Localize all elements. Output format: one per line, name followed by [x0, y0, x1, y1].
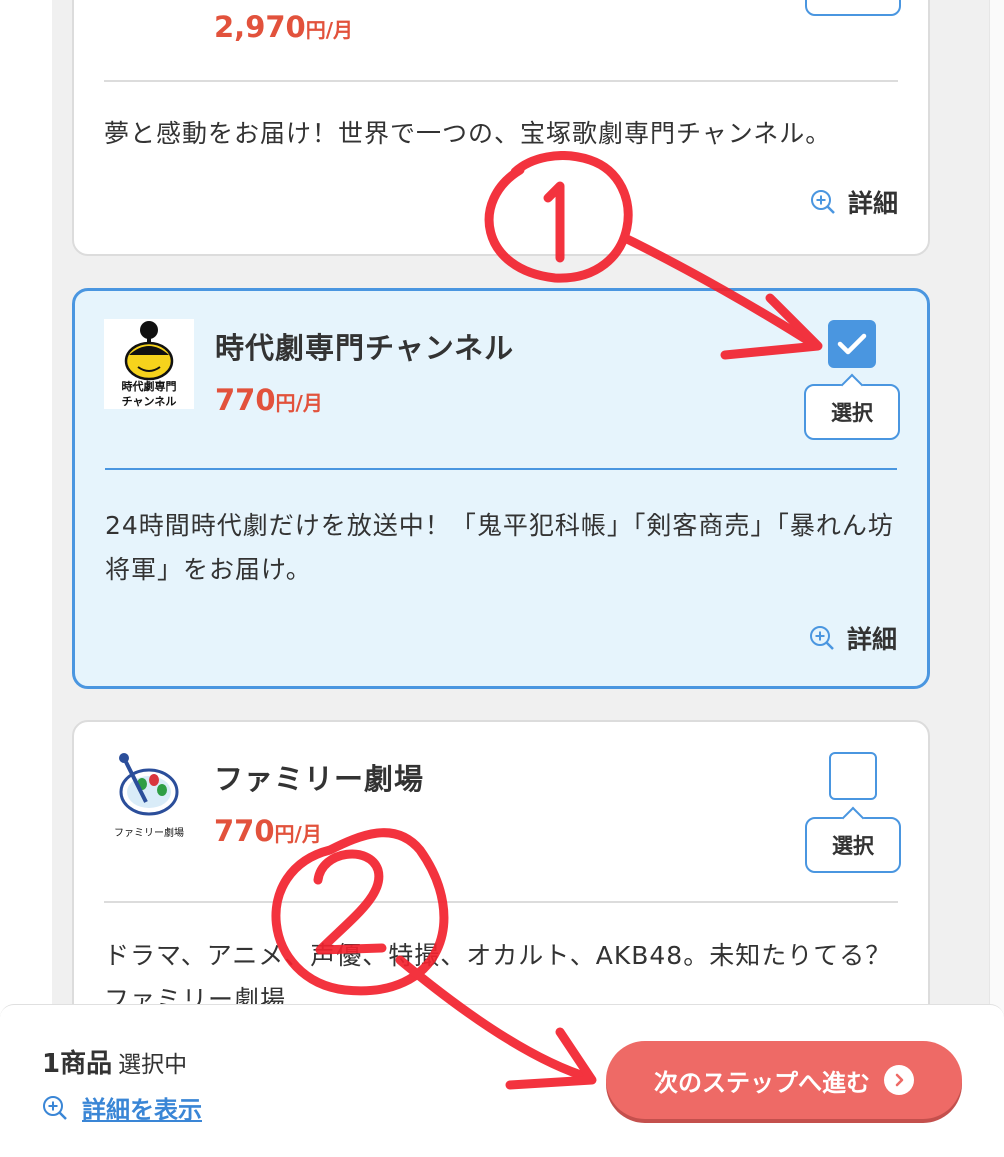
- select-checkbox[interactable]: [828, 320, 876, 368]
- detail-link[interactable]: 詳細: [809, 620, 897, 656]
- channel-price: 770円/月: [215, 383, 323, 417]
- card-divider: [105, 468, 897, 470]
- channel-title: ファミリー劇場: [214, 762, 425, 796]
- plan-selection-modal: 2,970円/月 夢と感動をお届け！世界で一つの、宝塚歌劇専門チャンネル。 詳細…: [0, 0, 1004, 1157]
- select-button[interactable]: 選択: [804, 384, 900, 440]
- channel-card-jidaigeki[interactable]: 時代劇専門 チャンネル 時代劇専門チャンネル 770円/月 選択 24時間時代劇…: [72, 288, 930, 689]
- chevron-right-icon: [884, 1065, 914, 1095]
- card-divider: [104, 901, 898, 903]
- show-detail-link[interactable]: 詳細を表示: [42, 1090, 202, 1125]
- channel-description: 24時間時代劇だけを放送中！「鬼平犯科帳」「剣客商売」「暴れん坊将軍」をお届け。: [105, 511, 894, 584]
- selection-footer: 1商品 選択中 詳細を表示 次のステップへ進む: [0, 1004, 1004, 1157]
- zoom-in-icon: [809, 626, 834, 650]
- zoom-in-icon: [43, 1095, 67, 1120]
- select-checkbox[interactable]: [829, 752, 877, 800]
- family-gekijo-logo: ファミリー劇場: [104, 750, 194, 840]
- channel-price: 2,970円/月: [214, 10, 354, 44]
- detail-link[interactable]: 詳細: [810, 184, 898, 220]
- select-button[interactable]: [805, 0, 901, 16]
- selected-count-suffix: 選択中: [118, 1052, 188, 1078]
- channel-card-takarazuka: 2,970円/月 夢と感動をお届け！世界で一つの、宝塚歌劇専門チャンネル。 詳細: [72, 0, 930, 256]
- channel-title: 時代劇専門チャンネル: [215, 331, 515, 365]
- select-button[interactable]: 選択: [805, 817, 901, 873]
- selected-count: 1商品 選択中: [42, 1043, 187, 1080]
- channel-card-family-gekijo[interactable]: ファミリー劇場 ファミリー劇場 770円/月 選択 ドラマ、アニメ、声優、特撮、…: [72, 720, 930, 1050]
- next-step-label: 次のステップへ進む: [654, 1068, 870, 1097]
- channel-price: 770円/月: [214, 814, 322, 848]
- detail-label: 詳細: [847, 189, 898, 218]
- show-detail-label: 詳細を表示: [82, 1096, 202, 1124]
- checkmark-icon: [837, 333, 867, 355]
- channel-description: 夢と感動をお届け！世界で一つの、宝塚歌劇専門チャンネル。: [104, 119, 832, 148]
- scrollbar[interactable]: [989, 0, 1004, 1157]
- card-divider: [104, 80, 898, 82]
- detail-label: 詳細: [846, 625, 897, 654]
- jidaigeki-channel-logo: 時代劇専門 チャンネル: [104, 319, 194, 409]
- svg-text:時代劇専門: 時代劇専門: [122, 379, 177, 393]
- svg-text:ファミリー劇場: ファミリー劇場: [114, 826, 184, 839]
- svg-text:チャンネル: チャンネル: [122, 395, 177, 408]
- next-step-button[interactable]: 次のステップへ進む: [606, 1041, 962, 1119]
- selected-count-number: 1商品: [42, 1049, 113, 1079]
- zoom-in-icon: [810, 190, 835, 214]
